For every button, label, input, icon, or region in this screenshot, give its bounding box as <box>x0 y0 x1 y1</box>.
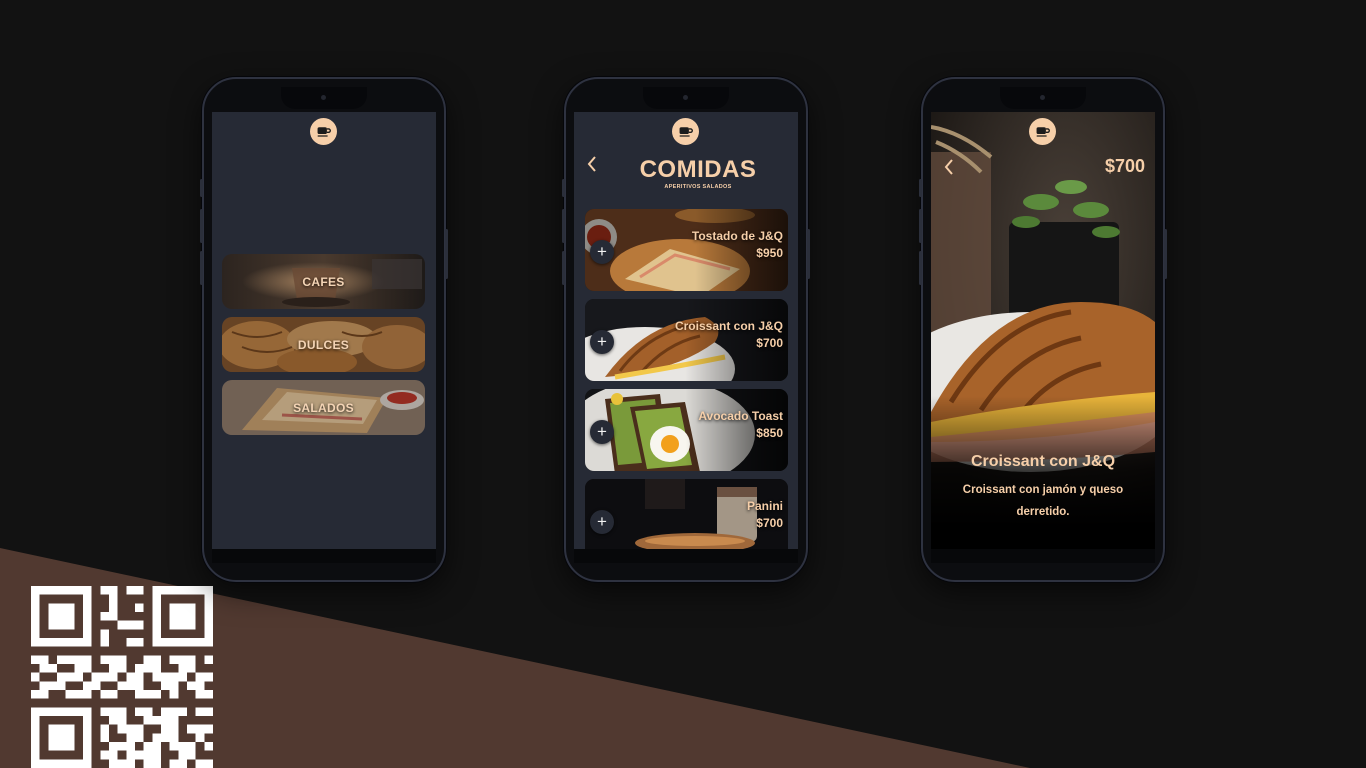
detail-price: $700 <box>1104 156 1145 176</box>
add-to-cart-button[interactable]: + <box>590 240 614 264</box>
food-price: $950 <box>756 246 783 260</box>
detail-description: Croissant con jamón y queso derretido. <box>962 484 1124 518</box>
phone-detail: $700 Croissant con J&Q Croissant con jam… <box>919 77 1167 582</box>
food-price: $850 <box>756 426 783 440</box>
phone-notch <box>643 87 729 109</box>
phone-notch <box>281 87 367 109</box>
phone-side-button <box>919 209 922 243</box>
food-name: Tostado de J&Q <box>691 229 783 243</box>
coffee-cup-icon[interactable] <box>1029 118 1056 145</box>
detail-product-name: Croissant con J&Q <box>970 453 1116 470</box>
category-label: SALADOS <box>293 400 354 415</box>
panini-photo <box>585 479 788 549</box>
phone-side-button <box>562 209 565 243</box>
phone-side-button <box>807 229 810 279</box>
food-name: Croissant con J&Q <box>674 319 783 333</box>
phone-side-button <box>919 251 922 285</box>
phone-list: COMIDAS APERITIVOS SALADOS + Tostado de … <box>562 77 810 582</box>
food-card-avocado[interactable]: + Avocado Toast $850 <box>585 389 788 471</box>
food-card-croissant[interactable]: + Croissant con J&Q $700 <box>585 299 788 381</box>
food-price: $700 <box>756 336 783 350</box>
home-screen: CAFES DULCES SALADOS <box>212 112 436 549</box>
qr-code <box>31 586 213 768</box>
phone-side-button <box>200 209 203 243</box>
category-dulces[interactable]: DULCES <box>222 317 425 372</box>
food-name: Avocado Toast <box>698 409 783 423</box>
home-indicator-area <box>931 549 1155 563</box>
add-to-cart-button[interactable]: + <box>590 330 614 354</box>
detail-screen: $700 Croissant con J&Q Croissant con jam… <box>931 112 1155 549</box>
coffee-cup-icon[interactable] <box>672 118 699 145</box>
chevron-left-icon[interactable] <box>943 158 955 180</box>
phone-side-button <box>562 179 565 197</box>
food-name: Panini <box>746 499 783 513</box>
category-label: CAFES <box>302 274 345 289</box>
category-cafes[interactable]: CAFES <box>222 254 425 309</box>
phone-side-button <box>919 179 922 197</box>
add-to-cart-button[interactable]: + <box>590 420 614 444</box>
food-price: $700 <box>756 516 783 530</box>
home-indicator-area <box>574 549 798 563</box>
phone-notch <box>1000 87 1086 109</box>
category-salados[interactable]: SALADOS <box>222 380 425 435</box>
food-card-panini[interactable]: + Panini $700 <box>585 479 788 549</box>
page-title: COMIDAS <box>639 156 757 183</box>
list-screen: COMIDAS APERITIVOS SALADOS + Tostado de … <box>574 112 798 549</box>
coffee-cup-icon[interactable] <box>310 118 337 145</box>
phone-side-button <box>200 251 203 285</box>
phone-side-button <box>562 251 565 285</box>
phone-home: CAFES DULCES SALADOS <box>200 77 448 582</box>
home-indicator-area <box>212 549 436 563</box>
add-to-cart-button[interactable]: + <box>590 510 614 534</box>
category-label: DULCES <box>297 337 350 352</box>
phone-side-button <box>200 179 203 197</box>
page-subtitle: APERITIVOS SALADOS <box>664 184 732 190</box>
phone-side-button <box>1164 229 1167 279</box>
phone-side-button <box>445 229 448 279</box>
food-card-tostado[interactable]: + Tostado de J&Q $950 <box>585 209 788 291</box>
